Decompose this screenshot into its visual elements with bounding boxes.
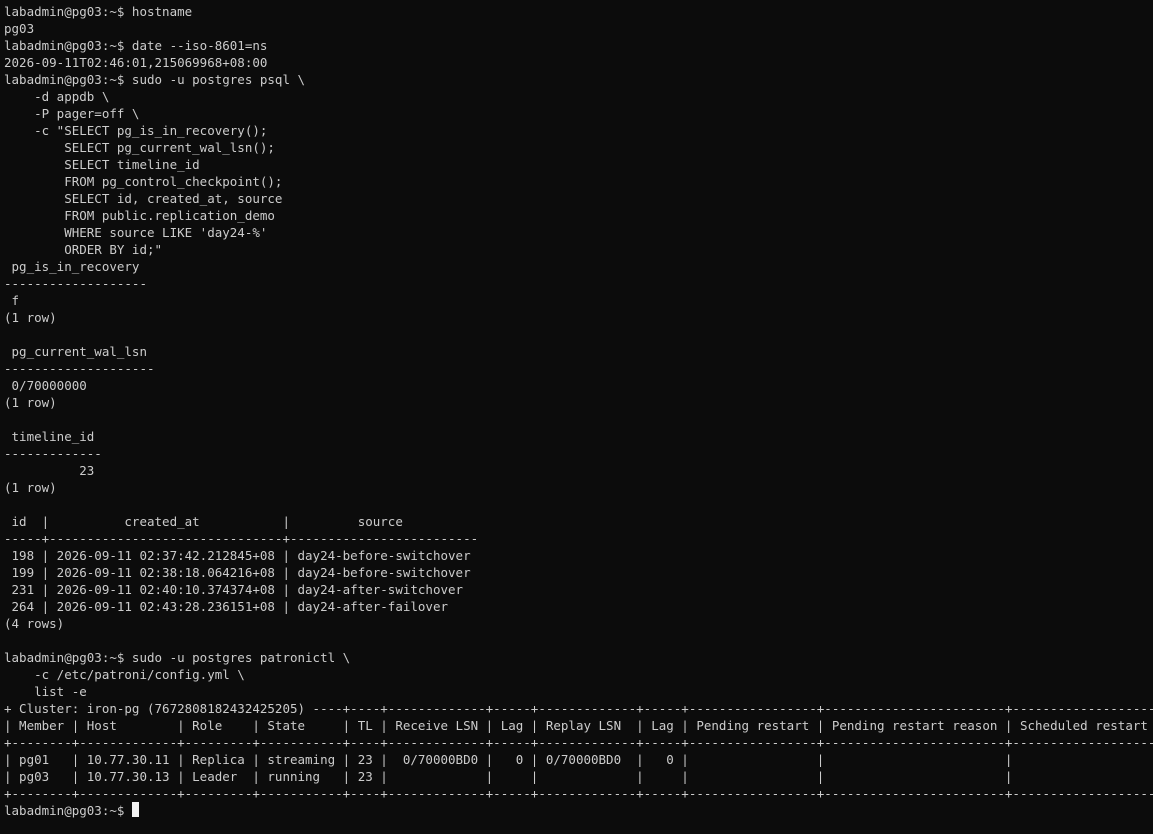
terminal-line: FROM public.replication_demo bbox=[4, 208, 275, 223]
terminal-line: timeline_id bbox=[4, 429, 95, 444]
terminal-line: -d appdb \ bbox=[4, 89, 110, 104]
terminal-line: f bbox=[4, 293, 20, 308]
terminal-line: labadmin@pg03:~$ sudo -u postgres psql \ bbox=[4, 72, 306, 87]
terminal-line: 199 | 2026-09-11 02:38:18.064216+08 | da… bbox=[4, 565, 471, 580]
terminal-line: pg_current_wal_lsn bbox=[4, 344, 147, 359]
terminal-line: 231 | 2026-09-11 02:40:10.374374+08 | da… bbox=[4, 582, 464, 597]
command-line[interactable]: labadmin@pg03:~$ bbox=[4, 802, 1153, 819]
terminal-line: pg03 bbox=[4, 21, 35, 36]
terminal-line: 264 | 2026-09-11 02:43:28.236151+08 | da… bbox=[4, 599, 449, 614]
terminal-line: 198 | 2026-09-11 02:37:42.212845+08 | da… bbox=[4, 548, 471, 563]
terminal-line: -----+-------------------------------+--… bbox=[4, 531, 479, 546]
terminal-line: list -e bbox=[4, 684, 87, 699]
text-cursor bbox=[131, 802, 139, 817]
terminal-line: +--------+-------------+---------+------… bbox=[4, 786, 1153, 801]
terminal-line: +--------+-------------+---------+------… bbox=[4, 735, 1153, 750]
terminal-line: WHERE source LIKE 'day24-%' bbox=[4, 225, 268, 240]
terminal-line: (1 row) bbox=[4, 480, 57, 495]
terminal-line: id | created_at | source bbox=[4, 514, 403, 529]
terminal-line: ORDER BY id;" bbox=[4, 242, 163, 257]
terminal-line: FROM pg_control_checkpoint(); bbox=[4, 174, 283, 189]
terminal-line: -------------------- bbox=[4, 361, 155, 376]
terminal-line: 23 bbox=[4, 463, 95, 478]
terminal-line: 0/70000000 bbox=[4, 378, 87, 393]
shell-prompt: labadmin@pg03:~$ bbox=[4, 803, 132, 818]
terminal-line: SELECT pg_current_wal_lsn(); bbox=[4, 140, 275, 155]
terminal-line: SELECT id, created_at, source bbox=[4, 191, 283, 206]
terminal-window[interactable]: labadmin@pg03:~$ hostname pg03 labadmin@pg… bbox=[0, 0, 1153, 834]
terminal-line: -P pager=off \ bbox=[4, 106, 140, 121]
terminal-line: -c /etc/patroni/config.yml \ bbox=[4, 667, 245, 682]
terminal-line: 2026-09-11T02:46:01,215069968+08:00 bbox=[4, 55, 268, 70]
terminal-line: -c "SELECT pg_is_in_recovery(); bbox=[4, 123, 268, 138]
terminal-line: labadmin@pg03:~$ date --iso-8601=ns bbox=[4, 38, 268, 53]
terminal-line: labadmin@pg03:~$ sudo -u postgres patron… bbox=[4, 650, 351, 665]
terminal-line: (4 rows) bbox=[4, 616, 65, 631]
terminal-line: labadmin@pg03:~$ hostname bbox=[4, 4, 193, 19]
terminal-line: | pg03 | 10.77.30.13 | Leader | running … bbox=[4, 769, 1153, 784]
terminal-line: SELECT timeline_id bbox=[4, 157, 200, 172]
terminal-line: (1 row) bbox=[4, 395, 57, 410]
terminal-line: (1 row) bbox=[4, 310, 57, 325]
terminal-line: ------------- bbox=[4, 446, 102, 461]
terminal-line: ------------------- bbox=[4, 276, 147, 291]
terminal-line: | pg01 | 10.77.30.11 | Replica | streami… bbox=[4, 752, 1153, 767]
terminal-line: | Member | Host | Role | State | TL | Re… bbox=[4, 718, 1153, 733]
terminal-line: + Cluster: iron-pg (7672808182432425205)… bbox=[4, 701, 1153, 716]
terminal-line: pg_is_in_recovery bbox=[4, 259, 140, 274]
terminal-output: labadmin@pg03:~$ hostname pg03 labadmin@pg… bbox=[4, 3, 1153, 802]
